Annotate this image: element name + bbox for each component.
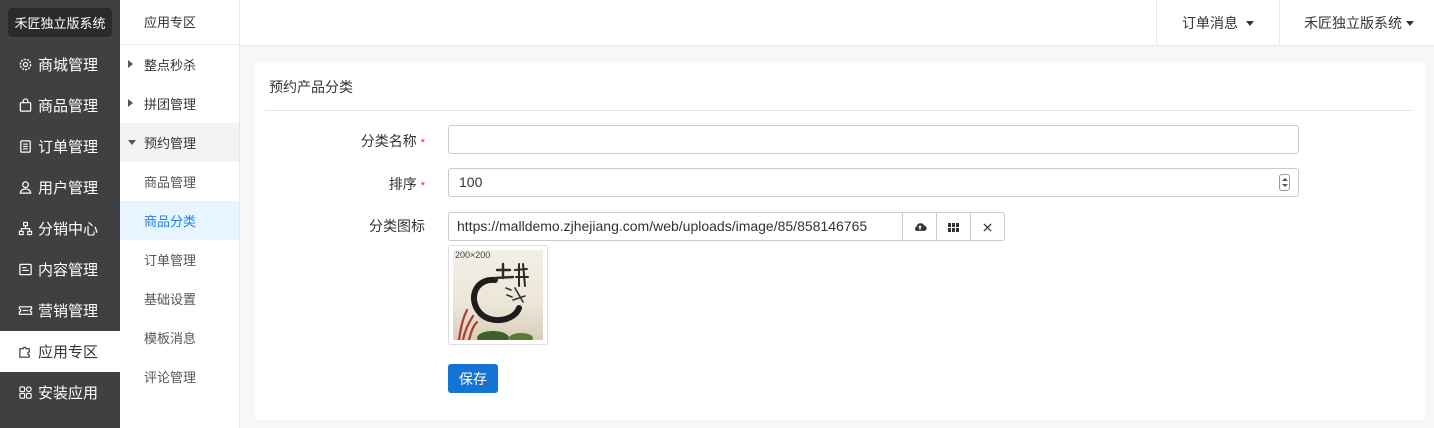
content-icon bbox=[17, 262, 33, 278]
network-icon bbox=[17, 221, 33, 237]
icon-preview: 200×200 bbox=[448, 245, 548, 345]
page-title: 预约产品分类 bbox=[269, 79, 353, 95]
sidebar-item-distribution[interactable]: 分销中心 bbox=[0, 208, 120, 249]
bag-icon bbox=[17, 98, 33, 114]
save-button[interactable]: 保存 bbox=[448, 364, 498, 393]
sidebar-item-marketing[interactable]: 营销管理 bbox=[0, 290, 120, 331]
grid-icon bbox=[17, 385, 33, 401]
sidebar-item-goods[interactable]: 商品管理 bbox=[0, 85, 120, 126]
document-icon bbox=[17, 139, 33, 155]
sub-sidebar: 应用专区 整点秒杀 拼团管理 预约管理 商品管理 商品分类 订单管理 基础设置 … bbox=[120, 0, 240, 428]
subnav-group-seckill[interactable]: 整点秒杀 bbox=[120, 45, 239, 84]
subnav-item-label: 订单管理 bbox=[144, 253, 197, 268]
account-dropdown[interactable]: 禾匠独立版系统 bbox=[1279, 0, 1434, 46]
divider bbox=[265, 110, 1413, 111]
subnav-item-label: 商品管理 bbox=[144, 175, 197, 190]
sort-input[interactable]: 100 bbox=[448, 168, 1299, 197]
caret-right-icon bbox=[128, 99, 133, 107]
caret-down-icon bbox=[1246, 20, 1254, 26]
icon-url-group: https://malldemo.zjhejiang.com/web/uploa… bbox=[448, 212, 1005, 241]
sidebar-item-label: 内容管理 bbox=[38, 262, 99, 279]
category-name-input[interactable] bbox=[448, 125, 1299, 154]
order-messages-dropdown[interactable]: 订单消息 bbox=[1156, 0, 1279, 46]
caret-down-icon bbox=[128, 140, 136, 145]
subnav-group-label: 预约管理 bbox=[144, 136, 197, 151]
form-panel: 预约产品分类 分类名称 * 排序 * 100 分类图标 https://mallde… bbox=[255, 62, 1425, 420]
icon-url-input[interactable]: https://malldemo.zjhejiang.com/web/uploa… bbox=[448, 212, 903, 241]
subnav-item-comments[interactable]: 评论管理 bbox=[120, 357, 239, 396]
brand-title[interactable]: 禾匠独立版系统 bbox=[8, 7, 112, 37]
order-messages-label: 订单消息 bbox=[1182, 15, 1238, 31]
sidebar-item-mall[interactable]: 商城管理 bbox=[0, 44, 120, 85]
subnav-item-category[interactable]: 商品分类 bbox=[120, 201, 239, 240]
sort-label: 排序 * bbox=[255, 174, 425, 194]
subnav-item-label: 商品分类 bbox=[144, 214, 197, 229]
required-mark: * bbox=[420, 137, 425, 149]
category-name-label-text: 分类名称 bbox=[360, 133, 417, 149]
subnav-group-pintuan[interactable]: 拼团管理 bbox=[120, 84, 239, 123]
sidebar-item-label: 订单管理 bbox=[38, 139, 99, 156]
sidebar-item-users[interactable]: 用户管理 bbox=[0, 167, 120, 208]
account-label: 禾匠独立版系统 bbox=[1304, 15, 1402, 31]
sidebar-item-label: 商品管理 bbox=[38, 98, 99, 115]
image-size-label: 200×200 bbox=[455, 250, 491, 260]
caret-right-icon bbox=[128, 60, 133, 68]
grid-icon bbox=[948, 219, 959, 235]
cloud-upload-icon bbox=[913, 219, 927, 235]
category-name-label: 分类名称 * bbox=[255, 131, 425, 151]
category-image: 200×200 bbox=[453, 250, 543, 340]
subnav-item-goods[interactable]: 商品管理 bbox=[120, 162, 239, 201]
subnav-title: 应用专区 bbox=[120, 0, 239, 45]
subnav-group-booking[interactable]: 预约管理 bbox=[120, 123, 239, 162]
sidebar-item-label: 商城管理 bbox=[38, 57, 99, 74]
gear-icon bbox=[17, 57, 33, 73]
sort-label-text: 排序 bbox=[388, 176, 417, 192]
sidebar-item-install[interactable]: 安装应用 bbox=[0, 372, 120, 413]
user-icon bbox=[17, 180, 33, 196]
subnav-item-settings[interactable]: 基础设置 bbox=[120, 279, 239, 318]
subnav-item-label: 模板消息 bbox=[144, 331, 197, 346]
upload-button[interactable] bbox=[903, 212, 937, 241]
main-sidebar: 禾匠独立版系统 商城管理 商品管理 订单管理 用户管理 分销中心 内容管理 营销… bbox=[0, 0, 120, 428]
subnav-item-template-messages[interactable]: 模板消息 bbox=[120, 318, 239, 357]
stepper-up-icon[interactable] bbox=[1281, 178, 1288, 182]
gallery-button[interactable] bbox=[937, 212, 971, 241]
required-mark: * bbox=[420, 180, 425, 192]
puzzle-icon bbox=[17, 344, 33, 360]
category-icon-label: 分类图标 bbox=[255, 216, 425, 236]
sidebar-item-label: 分销中心 bbox=[38, 221, 99, 238]
sidebar-item-apps[interactable]: 应用专区 bbox=[0, 331, 120, 372]
caret-down-icon bbox=[1406, 20, 1414, 26]
sort-value: 100 bbox=[459, 174, 483, 190]
subnav-item-label: 评论管理 bbox=[144, 370, 197, 385]
sidebar-item-orders[interactable]: 订单管理 bbox=[0, 126, 120, 167]
sidebar-item-label: 用户管理 bbox=[38, 180, 99, 197]
number-stepper[interactable] bbox=[1279, 174, 1290, 191]
brand: 禾匠独立版系统 bbox=[0, 0, 120, 44]
category-icon-label-text: 分类图标 bbox=[369, 218, 425, 234]
clear-button[interactable] bbox=[971, 212, 1005, 241]
close-icon bbox=[983, 219, 992, 235]
subnav-item-label: 基础设置 bbox=[144, 292, 197, 307]
top-header: 订单消息 禾匠独立版系统 bbox=[240, 0, 1434, 46]
ticket-icon bbox=[17, 303, 33, 319]
sidebar-item-label: 安装应用 bbox=[38, 385, 99, 402]
subnav-group-label: 整点秒杀 bbox=[144, 58, 197, 73]
subnav-item-orders[interactable]: 订单管理 bbox=[120, 240, 239, 279]
sidebar-item-label: 营销管理 bbox=[38, 303, 99, 320]
sidebar-item-label: 应用专区 bbox=[38, 344, 99, 361]
stepper-down-icon[interactable] bbox=[1281, 183, 1288, 187]
subnav-group-label: 拼团管理 bbox=[144, 97, 197, 112]
sidebar-item-content[interactable]: 内容管理 bbox=[0, 249, 120, 290]
